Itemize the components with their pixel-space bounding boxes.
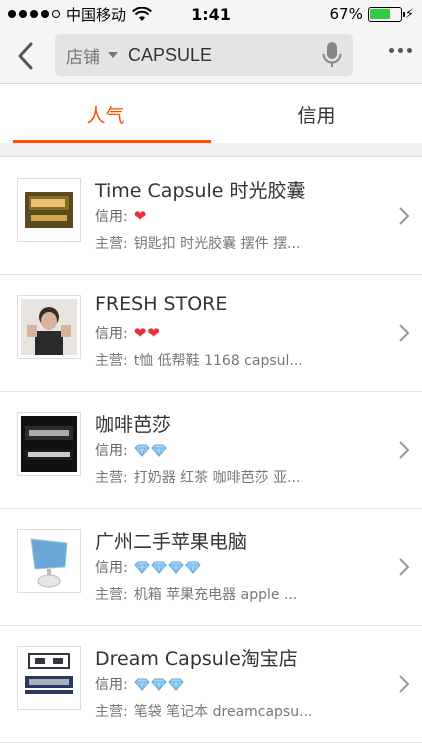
- caret-down-icon[interactable]: [108, 52, 118, 58]
- shop-main-products: 主营: 打奶器 红茶 咖啡芭莎 亚...: [95, 467, 340, 487]
- diamond-icon: [168, 678, 184, 691]
- shop-list: Time Capsule 时光胶囊 信用: ❤ 主营: 钥匙扣 时光胶囊 摆件 摆…: [0, 158, 422, 743]
- heart-icon: ❤: [133, 323, 147, 342]
- search-box[interactable]: 店铺 CAPSULE: [55, 34, 353, 76]
- shop-credit: 信用:: [95, 440, 167, 460]
- shop-logo: [17, 412, 81, 476]
- diamond-icon: [134, 561, 150, 574]
- credit-label: 信用:: [95, 443, 128, 459]
- credit-icons: ❤ ❤: [133, 323, 160, 342]
- shop-main-products: 主营: 机箱 苹果充电器 apple ...: [95, 584, 340, 604]
- more-dots-icon[interactable]: [389, 48, 412, 53]
- shop-logo: [17, 646, 81, 710]
- back-chevron-icon[interactable]: [14, 40, 38, 72]
- shop-row[interactable]: 咖啡芭莎 信用: 主营: 打奶器 红茶 咖啡芭莎 亚...: [0, 392, 422, 509]
- diamond-icon: [134, 678, 150, 691]
- credit-icons: [134, 561, 201, 574]
- main-items: 打奶器 红茶 咖啡芭莎 亚...: [133, 470, 301, 486]
- shop-name: 广州二手苹果电脑: [95, 531, 248, 553]
- chevron-right-icon: [399, 558, 410, 576]
- diamond-icon: [151, 561, 167, 574]
- heart-icon: ❤: [133, 206, 147, 225]
- main-label: 主营:: [95, 470, 128, 486]
- credit-icons: ❤: [133, 206, 147, 225]
- chevron-right-icon: [399, 441, 410, 459]
- credit-icons: [134, 678, 184, 691]
- main-label: 主营:: [95, 587, 128, 603]
- shop-row[interactable]: FRESH STORE 信用: ❤ ❤ 主营: t恤 低帮鞋 1168 capsul…: [0, 275, 422, 392]
- main-label: 主营:: [95, 236, 128, 252]
- tab-credit[interactable]: 信用: [211, 85, 422, 143]
- chevron-right-icon: [399, 207, 410, 225]
- microphone-icon[interactable]: [321, 41, 343, 69]
- search-input[interactable]: CAPSULE: [128, 45, 321, 66]
- search-header: 店铺 CAPSULE: [0, 28, 422, 84]
- shop-logo: [17, 178, 81, 242]
- shop-name: 咖啡芭莎: [95, 414, 172, 436]
- shop-credit: 信用:: [95, 674, 184, 694]
- main-items: 笔袋 笔记本 dreamcapsu...: [133, 704, 313, 720]
- credit-label: 信用:: [95, 326, 128, 342]
- shop-main-products: 主营: t恤 低帮鞋 1168 capsul...: [95, 350, 340, 370]
- shop-main-products: 主营: 笔袋 笔记本 dreamcapsu...: [95, 701, 340, 721]
- main-items: 机箱 苹果充电器 apple ...: [133, 587, 298, 603]
- battery-info: 67% ⚡: [330, 5, 414, 23]
- chevron-right-icon: [399, 675, 410, 693]
- shop-row[interactable]: Time Capsule 时光胶囊 信用: ❤ 主营: 钥匙扣 时光胶囊 摆件 摆…: [0, 158, 422, 275]
- main-label: 主营:: [95, 353, 128, 369]
- main-label: 主营:: [95, 704, 128, 720]
- shop-logo: [17, 529, 81, 593]
- main-items: t恤 低帮鞋 1168 capsul...: [133, 353, 303, 369]
- diamond-icon: [151, 678, 167, 691]
- battery-percent: 67%: [329, 5, 363, 23]
- main-items: 钥匙扣 时光胶囊 摆件 摆...: [133, 236, 301, 252]
- tab-popularity[interactable]: 人气: [0, 85, 211, 143]
- battery-icon: [367, 6, 405, 22]
- credit-label: 信用:: [95, 209, 128, 225]
- diamond-icon: [185, 561, 201, 574]
- shop-credit: 信用:: [95, 557, 201, 577]
- shop-row[interactable]: Dream Capsule淘宝店 信用: 主营: 笔袋 笔记本 dreamcaps…: [0, 626, 422, 743]
- shop-row[interactable]: 广州二手苹果电脑 信用: 主营: 机箱 苹果充电器 apple ...: [0, 509, 422, 626]
- credit-icons: [134, 444, 167, 457]
- diamond-icon: [151, 444, 167, 457]
- shop-main-products: 主营: 钥匙扣 时光胶囊 摆件 摆...: [95, 233, 340, 253]
- chevron-right-icon: [399, 324, 410, 342]
- shop-name: FRESH STORE: [95, 293, 228, 315]
- diamond-icon: [134, 444, 150, 457]
- credit-label: 信用:: [95, 560, 128, 576]
- shop-name: Dream Capsule淘宝店: [95, 648, 298, 670]
- search-scope-selector[interactable]: 店铺: [66, 43, 100, 68]
- shop-name: Time Capsule 时光胶囊: [95, 180, 306, 202]
- divider: [0, 143, 422, 157]
- heart-icon: ❤: [147, 323, 160, 342]
- shop-credit: 信用: ❤ ❤: [95, 323, 160, 343]
- shop-logo: [17, 295, 81, 359]
- diamond-icon: [168, 561, 184, 574]
- bolt-icon: ⚡: [404, 6, 414, 22]
- shop-credit: 信用: ❤: [95, 206, 146, 226]
- status-bar: 中国移动 1:41 67% ⚡: [0, 0, 422, 28]
- tab-bar: 人气 信用: [0, 85, 422, 143]
- credit-label: 信用:: [95, 677, 128, 693]
